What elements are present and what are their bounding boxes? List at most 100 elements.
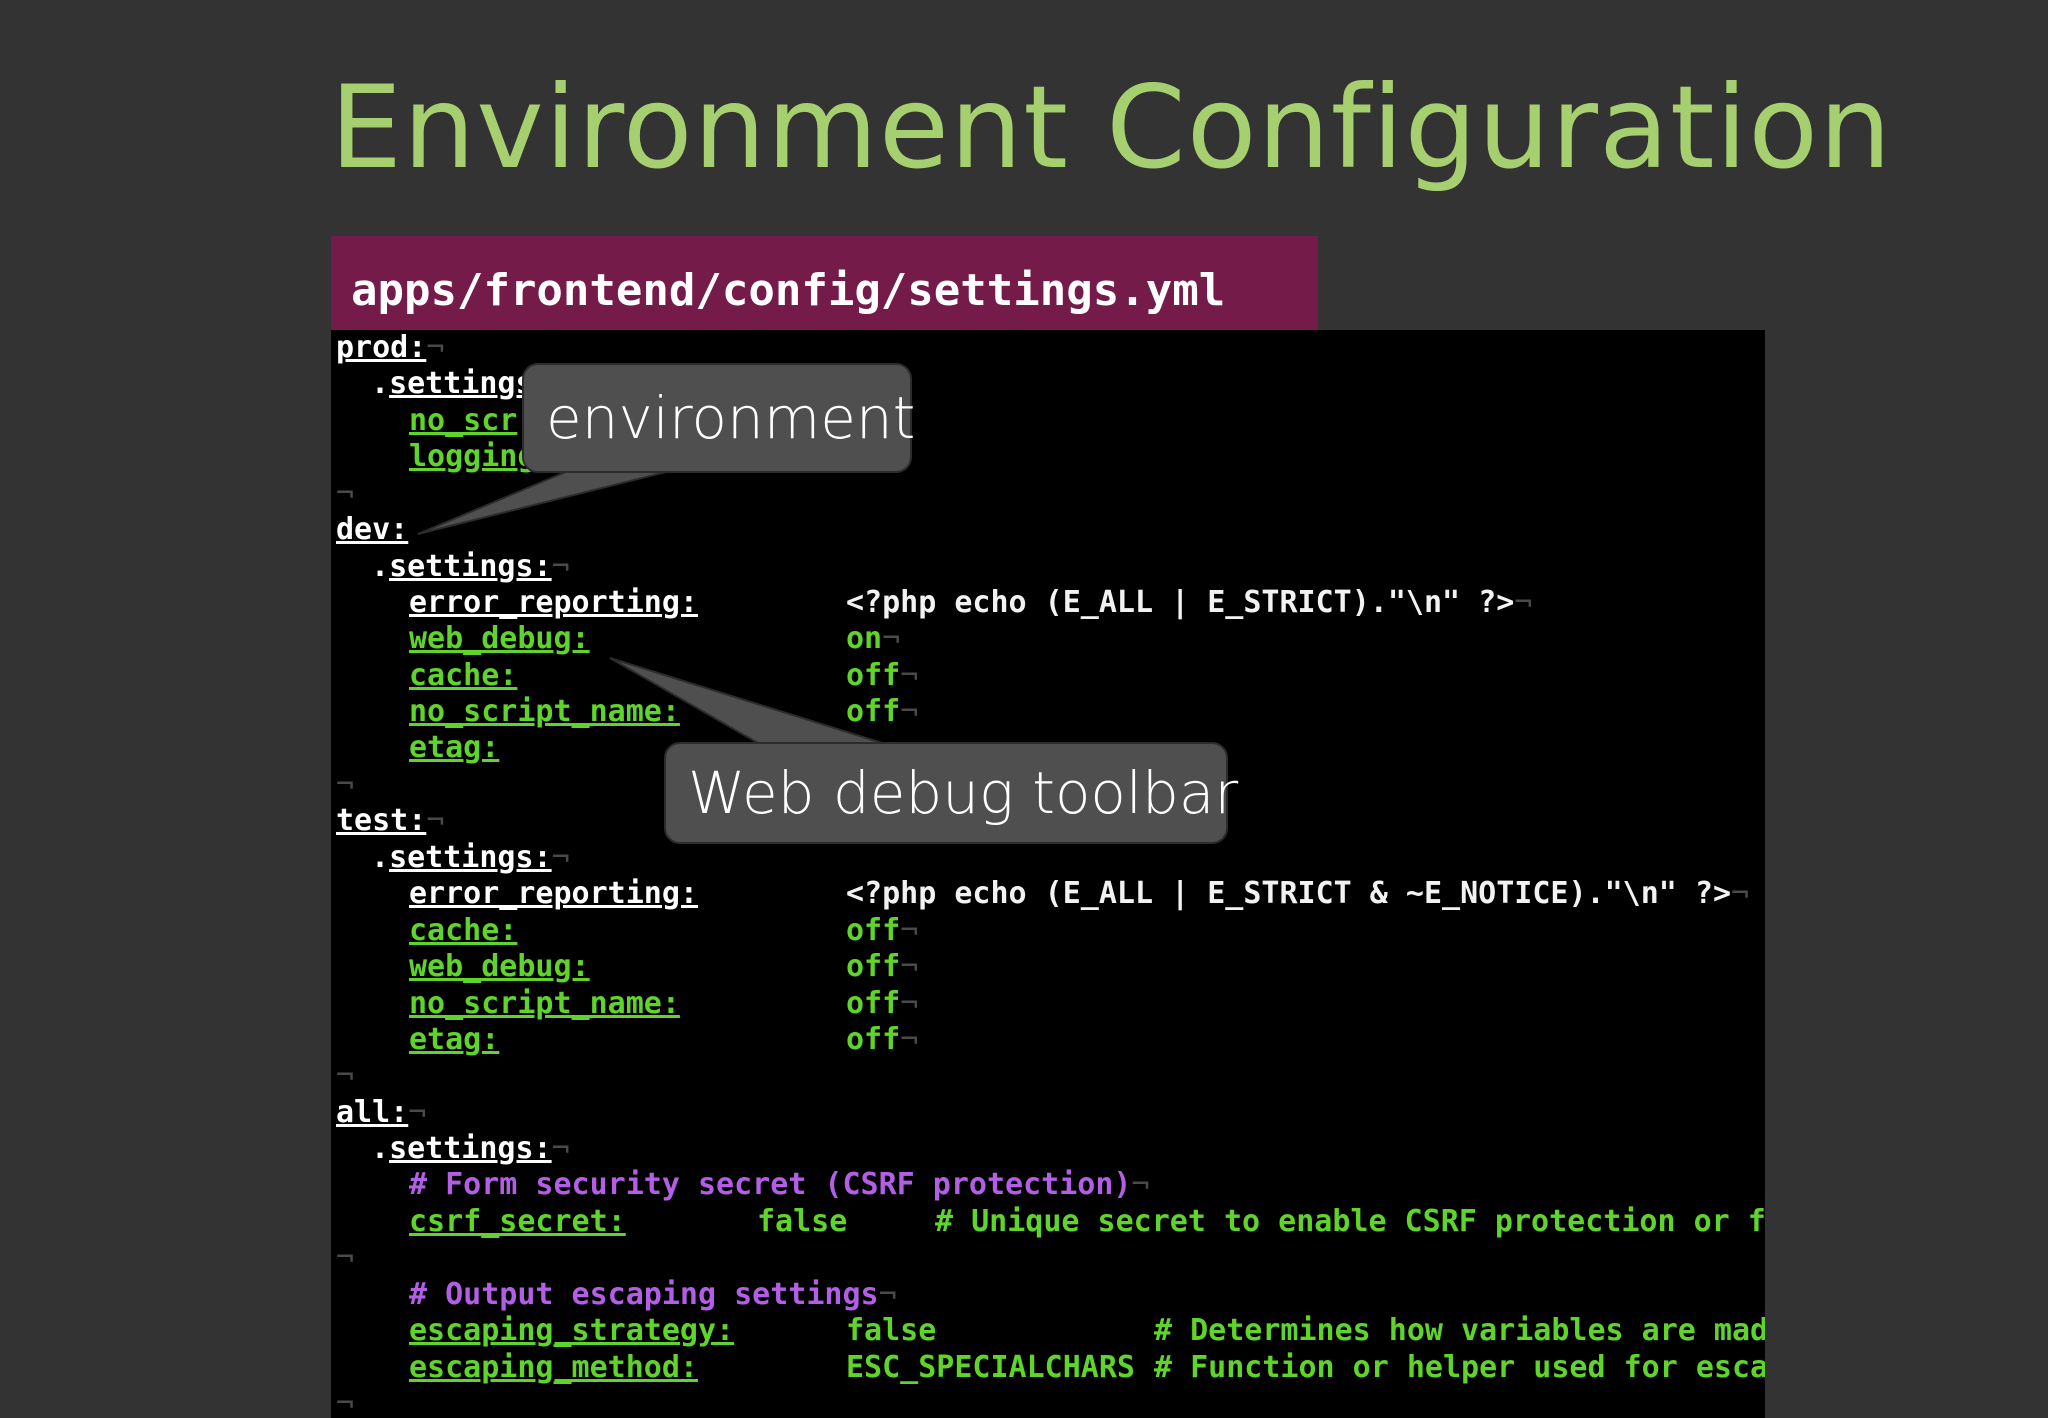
pilcrow-icon: ¬ bbox=[900, 1022, 919, 1057]
code-line: ¬ bbox=[336, 476, 354, 512]
config-key: escaping_strategy: bbox=[409, 1313, 735, 1348]
pilcrow-icon: ¬ bbox=[900, 658, 919, 693]
code-comment: # Determines how variables are mad bbox=[1154, 1313, 1765, 1348]
pilcrow-icon: ¬ bbox=[426, 330, 445, 365]
pilcrow-icon: ¬ bbox=[900, 913, 919, 948]
pilcrow-icon: ¬ bbox=[1131, 1167, 1150, 1202]
code-line: # Output escaping settings¬ bbox=[409, 1277, 897, 1313]
pilcrow-icon: ¬ bbox=[426, 803, 445, 838]
pilcrow-icon: ¬ bbox=[408, 1095, 427, 1130]
config-value: <?php echo (E_ALL | E_STRICT & ~E_NOTICE… bbox=[846, 876, 1732, 911]
code-line: prod:¬ bbox=[336, 330, 444, 366]
code-line: off¬ bbox=[846, 913, 918, 949]
code-line: test:¬ bbox=[336, 803, 444, 839]
config-key: no_scr bbox=[409, 403, 518, 438]
pilcrow-icon: ¬ bbox=[336, 1386, 355, 1418]
code-line: off¬ bbox=[846, 986, 918, 1022]
config-key: cache: bbox=[409, 658, 518, 693]
env-all: all: bbox=[336, 1095, 409, 1130]
config-value: off bbox=[846, 986, 901, 1021]
pilcrow-icon: ¬ bbox=[1514, 585, 1533, 620]
config-key: logging bbox=[409, 439, 536, 474]
code-line: etag: bbox=[409, 1022, 499, 1058]
config-value: ESC_SPECIALCHARS bbox=[846, 1350, 1135, 1385]
pilcrow-icon: ¬ bbox=[882, 621, 901, 656]
code-line: all:¬ bbox=[336, 1095, 426, 1131]
code-line: .settings:¬ bbox=[371, 840, 570, 875]
code-line: .settings:¬ bbox=[371, 549, 570, 584]
pilcrow-icon: ¬ bbox=[551, 549, 570, 584]
settings-key: settings: bbox=[389, 1131, 552, 1166]
config-key: escaping_method: bbox=[409, 1350, 698, 1385]
code-line: escaping_method: bbox=[409, 1350, 698, 1386]
code-line: ESC_SPECIALCHARS bbox=[846, 1350, 1135, 1386]
code-line: web_debug: bbox=[409, 949, 590, 985]
code-line: cache: bbox=[409, 658, 517, 694]
config-key: web_debug: bbox=[409, 621, 590, 656]
config-key: cache: bbox=[409, 913, 518, 948]
config-value: off bbox=[846, 1022, 901, 1057]
code-line: ¬ bbox=[336, 1058, 354, 1094]
code-comment: # Function or helper used for esca bbox=[1154, 1350, 1765, 1385]
file-path-label: apps/frontend/config/settings.yml bbox=[331, 236, 1318, 330]
config-key: web_debug: bbox=[409, 949, 590, 984]
code-line: dev: bbox=[336, 512, 408, 548]
code-line: no_scr bbox=[409, 403, 517, 439]
code-comment: # Form security secret (CSRF protection) bbox=[409, 1167, 1132, 1202]
pilcrow-icon: ¬ bbox=[336, 1058, 355, 1093]
code-line: ¬ bbox=[336, 1240, 354, 1276]
code-line: false bbox=[757, 1204, 847, 1240]
code-line: web_debug: bbox=[409, 621, 590, 657]
code-line: ¬ bbox=[336, 1386, 354, 1418]
code-line: # Unique secret to enable CSRF protectio… bbox=[935, 1204, 1765, 1240]
pilcrow-icon: ¬ bbox=[551, 840, 570, 875]
settings-key: settings: bbox=[389, 840, 552, 875]
config-value: off bbox=[846, 913, 901, 948]
code-line: no_script_name: bbox=[409, 694, 680, 730]
code-line: .settings bbox=[371, 366, 534, 401]
config-value: <?php echo (E_ALL | E_STRICT)."\n" ?> bbox=[846, 585, 1515, 620]
code-line: <?php echo (E_ALL | E_STRICT & ~E_NOTICE… bbox=[846, 876, 1749, 912]
pilcrow-icon: ¬ bbox=[900, 949, 919, 984]
config-key: etag: bbox=[409, 730, 500, 765]
code-comment: # Output escaping settings bbox=[409, 1277, 879, 1312]
pilcrow-icon: ¬ bbox=[336, 1240, 355, 1275]
env-test: test: bbox=[336, 803, 427, 838]
config-value: off bbox=[846, 658, 901, 693]
code-line: logging bbox=[409, 439, 535, 475]
pilcrow-icon: ¬ bbox=[551, 1131, 570, 1166]
config-value: off bbox=[846, 949, 901, 984]
pilcrow-icon: ¬ bbox=[336, 767, 355, 802]
code-line: cache: bbox=[409, 913, 517, 949]
web-debug-toolbar-callout: Web debug toolbar bbox=[664, 742, 1238, 844]
code-line: on¬ bbox=[846, 621, 900, 657]
slide-title: Environment Configuration bbox=[330, 61, 1893, 194]
env-prod: prod: bbox=[336, 330, 427, 365]
code-line: off¬ bbox=[846, 694, 918, 730]
pilcrow-icon: ¬ bbox=[878, 1277, 897, 1312]
config-value: on bbox=[846, 621, 883, 656]
code-line: .settings:¬ bbox=[371, 1131, 570, 1166]
code-line: escaping_strategy: bbox=[409, 1313, 734, 1349]
config-value: false bbox=[757, 1204, 848, 1239]
config-key: error_reporting: bbox=[409, 876, 698, 911]
config-value: off bbox=[846, 694, 901, 729]
code-line: # Determines how variables are mad bbox=[1154, 1313, 1765, 1349]
code-line: error_reporting: bbox=[409, 585, 698, 621]
code-line: no_script_name: bbox=[409, 986, 680, 1022]
code-line: ¬ bbox=[336, 767, 354, 803]
pilcrow-icon: ¬ bbox=[336, 476, 355, 511]
code-line: csrf_secret: bbox=[409, 1204, 626, 1240]
code-line: off¬ bbox=[846, 658, 918, 694]
pilcrow-icon: ¬ bbox=[900, 986, 919, 1021]
env-dev: dev: bbox=[336, 512, 409, 547]
code-line: # Function or helper used for esca bbox=[1154, 1350, 1765, 1386]
code-line: false bbox=[846, 1313, 936, 1349]
config-key: no_script_name: bbox=[409, 694, 680, 729]
code-line: etag: bbox=[409, 730, 499, 766]
pilcrow-icon: ¬ bbox=[1731, 876, 1750, 911]
config-key: no_script_name: bbox=[409, 986, 680, 1021]
code-line: <?php echo (E_ALL | E_STRICT)."\n" ?>¬ bbox=[846, 585, 1532, 621]
settings-key: settings: bbox=[389, 549, 552, 584]
code-comment: # Unique secret to enable CSRF protectio… bbox=[935, 1204, 1765, 1239]
